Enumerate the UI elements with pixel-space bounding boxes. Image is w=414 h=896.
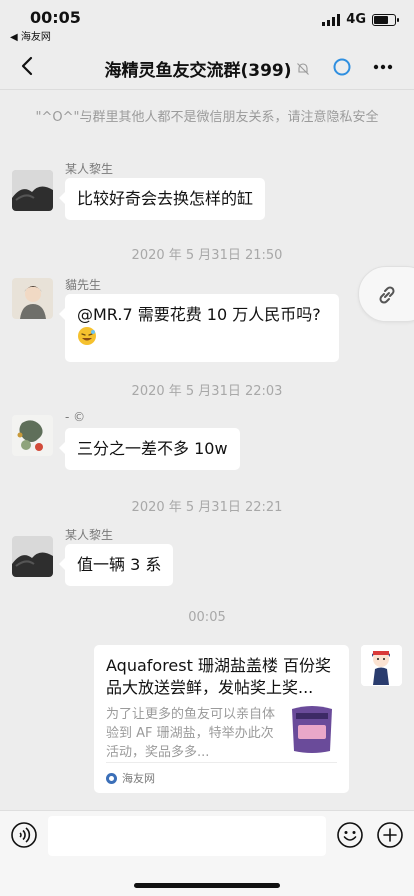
network-label: 4G [346,12,366,27]
laughing-emoji-icon [78,327,96,345]
link-card-source: 海友网 [106,770,155,786]
link-card-description: 为了让更多的鱼友可以亲自体验到 AF 珊湖盐，特举办此次活动，奖品多多... [106,707,276,760]
nav-bar: 海精灵鱼友交流群(399) [0,44,414,90]
home-indicator[interactable] [134,883,280,888]
message-text: @MR.7 需要花费 10 万人民币吗? [77,305,321,324]
circle-icon[interactable] [332,57,352,77]
timestamp: 2020 年 5 月31日 22:03 [131,384,283,399]
chat-area[interactable]: "^O^"与群里其他人都不是微信朋友关系，请注意隐私安全 某人黎生 比较好奇会去… [0,90,414,810]
link-icon [379,286,395,304]
status-indicators: 4G [322,12,399,27]
battery-icon [372,13,399,26]
avatar[interactable] [12,415,53,456]
voice-icon[interactable] [10,821,38,849]
emoji-icon[interactable] [336,821,364,849]
message-bubble[interactable]: 值一辆 3 系 [58,544,174,586]
source-name: 海友网 [122,772,155,785]
signal-icon [322,13,341,26]
status-time: 00:05 [30,8,81,27]
sender-name: 某人黎生 [65,162,114,176]
divider [106,762,337,763]
timestamp: 2020 年 5 月31日 22:21 [131,500,283,515]
message-bubble[interactable]: 比较好奇会去换怎样的缸 [58,178,266,220]
battery-fill [374,15,388,24]
timestamp: 2020 年 5 月31日 21:50 [131,248,283,263]
mute-bell-icon [296,62,309,75]
input-bar [0,810,414,896]
message-bubble[interactable]: @MR.7 需要花费 10 万人民币吗? [59,294,339,362]
status-bar: 00:05 ◀ 海友网 4G [0,0,414,44]
plus-icon[interactable] [376,821,404,849]
link-card-thumbnail [286,703,338,755]
privacy-notice: "^O^"与群里其他人都不是微信朋友关系，请注意隐私安全 [35,110,379,125]
more-dots-icon[interactable] [372,56,394,78]
avatar[interactable] [12,278,53,319]
my-avatar[interactable] [361,645,402,686]
message-input[interactable] [48,816,326,856]
chat-title-text: 海精灵鱼友交流群(399) [104,61,292,81]
source-logo-icon [106,772,117,784]
link-card[interactable]: Aquaforest 珊湖盐盖楼 百份奖品大放送尝鲜，发帖奖上奖... 为了让更… [94,645,349,793]
timestamp: 00:05 [188,610,226,625]
sender-name: - © [65,410,86,424]
link-float-handle[interactable] [358,266,414,322]
sender-name: 某人黎生 [65,528,114,542]
back-to-app-link[interactable]: ◀ 海友网 [10,28,51,43]
message-bubble[interactable]: 三分之一差不多 10w [59,428,240,470]
link-card-title: Aquaforest 珊湖盐盖楼 百份奖品大放送尝鲜，发帖奖上奖... [106,656,332,697]
sender-name: 貓先生 [65,278,102,292]
avatar[interactable] [12,536,53,577]
avatar[interactable] [12,170,53,211]
